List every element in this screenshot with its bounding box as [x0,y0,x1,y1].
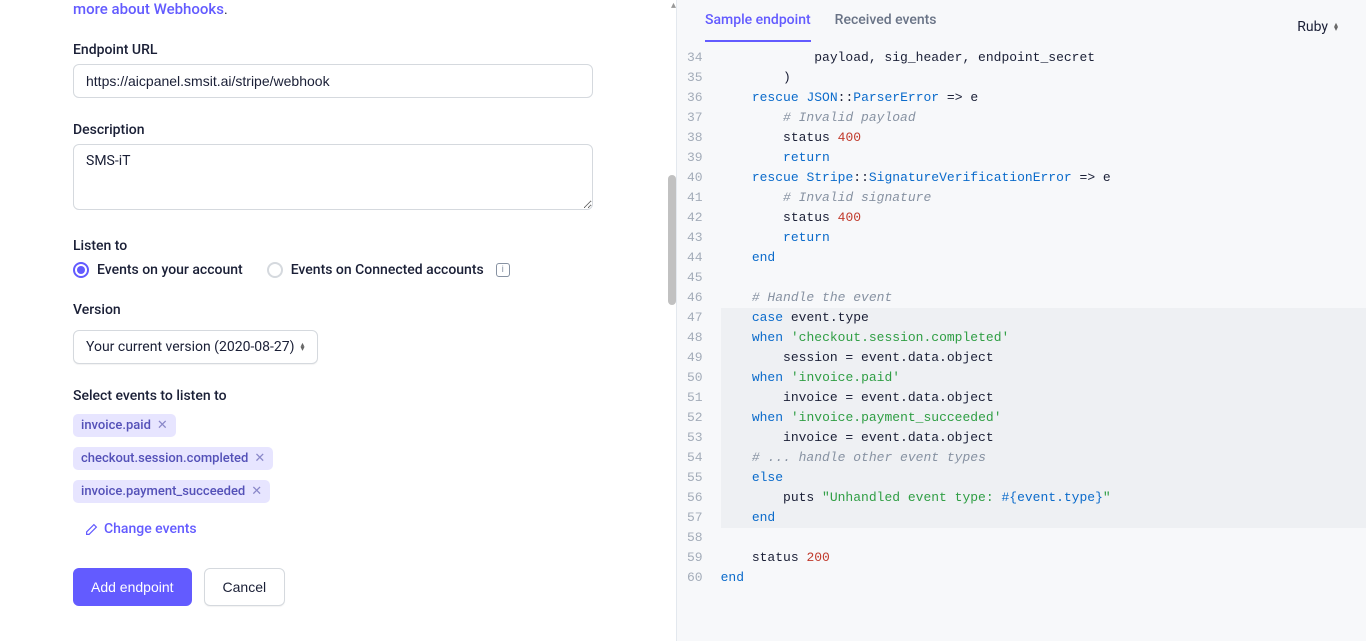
close-icon[interactable]: ✕ [251,484,262,499]
form-panel: ▴ more about Webhooks. Endpoint URL Desc… [0,0,676,641]
webhooks-link[interactable]: more about Webhooks [73,0,224,18]
tab-sample-endpoint[interactable]: Sample endpoint [705,12,811,42]
add-endpoint-button[interactable]: Add endpoint [73,568,192,606]
radio-selected-icon [73,262,89,278]
updown-icon: ▴▾ [1334,23,1338,31]
radio-label-connected: Events on Connected accounts [291,262,484,278]
info-icon[interactable]: i [496,263,510,277]
period: . [224,2,228,18]
radio-unselected-icon [267,262,283,278]
language-value: Ruby [1297,19,1328,35]
version-label: Version [73,302,593,318]
endpoint-url-label: Endpoint URL [73,42,593,58]
listen-to-label: Listen to [73,238,593,254]
description-label: Description [73,122,593,138]
change-events-text: Change events [104,521,197,537]
select-events-label: Select events to listen to [73,388,593,404]
updown-icon: ▴▾ [301,343,305,351]
radio-events-connected[interactable]: Events on Connected accounts i [267,262,510,278]
event-tag-label: invoice.payment_succeeded [81,484,245,499]
event-tag-label: invoice.paid [81,418,151,433]
version-select[interactable]: Your current version (2020-08-27) ▴▾ [73,330,318,364]
close-icon[interactable]: ✕ [157,418,168,433]
event-tag[interactable]: invoice.paid ✕ [73,414,176,437]
code-area: 3435363738394041424344454647484950515253… [677,42,1366,641]
event-tag[interactable]: invoice.payment_succeeded ✕ [73,480,270,503]
left-scrollbar[interactable] [668,175,676,305]
close-icon[interactable]: ✕ [254,451,265,466]
event-tag-label: checkout.session.completed [81,451,248,466]
change-events-link[interactable]: Change events [85,521,197,537]
endpoint-url-input[interactable] [73,64,593,98]
tab-received-events[interactable]: Received events [835,12,937,42]
code-lines[interactable]: payload, sig_header, endpoint_secret ) r… [713,42,1366,641]
code-panel: Sample endpoint Received events Ruby ▴▾ … [676,0,1366,641]
radio-events-account[interactable]: Events on your account [73,262,243,278]
event-tag[interactable]: checkout.session.completed ✕ [73,447,273,470]
version-value: Your current version (2020-08-27) [86,339,295,355]
edit-icon [85,523,98,536]
radio-label-account: Events on your account [97,262,243,278]
description-textarea[interactable] [73,144,593,210]
language-select[interactable]: Ruby ▴▾ [1297,19,1338,35]
line-gutter: 3435363738394041424344454647484950515253… [677,42,713,641]
cancel-button[interactable]: Cancel [204,568,286,606]
